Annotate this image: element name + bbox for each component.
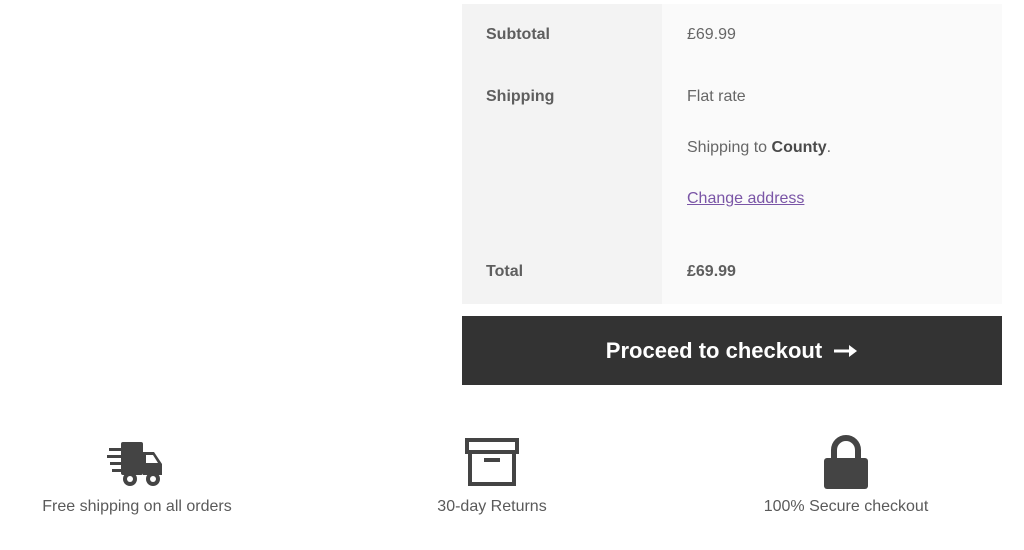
feature-returns: 30-day Returns (362, 434, 622, 516)
feature-caption: 100% Secure checkout (763, 498, 929, 515)
arrow-right-icon (834, 344, 858, 357)
shipping-to-suffix: . (826, 139, 832, 156)
proceed-to-checkout-button[interactable]: Proceed to checkout (462, 316, 1002, 385)
change-address-link[interactable]: Change address (687, 190, 804, 207)
shipping-row: Shipping Flat rate Shipping to County. C… (462, 66, 1002, 241)
feature-free-shipping: Free shipping on all orders (7, 434, 267, 516)
subtotal-label: Subtotal (462, 4, 662, 66)
feature-caption: Free shipping on all orders (42, 498, 232, 515)
feature-secure-checkout: 100% Secure checkout (716, 434, 976, 516)
checkout-button-label: Proceed to checkout (605, 337, 823, 363)
total-row: Total £69.99 (462, 241, 1002, 304)
shipping-method: Flat rate (687, 88, 746, 105)
subtotal-value: £69.99 (662, 4, 1002, 66)
cart-totals-table: Subtotal £69.99 Shipping Flat rate Shipp… (462, 4, 1002, 304)
archive-box-icon (465, 438, 519, 486)
total-label: Total (462, 241, 662, 304)
shipping-details: Flat rate Shipping to County. Change add… (662, 66, 1002, 241)
shipping-label: Shipping (462, 66, 662, 241)
shipping-to-prefix: Shipping to (687, 139, 772, 156)
fast-truck-icon (107, 442, 162, 486)
shipping-to-place: County (771, 139, 827, 156)
padlock-icon (824, 435, 868, 489)
shipping-destination: Shipping to County. (687, 139, 1002, 190)
subtotal-row: Subtotal £69.99 (462, 4, 1002, 66)
feature-caption: 30-day Returns (437, 498, 547, 515)
total-value: £69.99 (662, 241, 1002, 304)
